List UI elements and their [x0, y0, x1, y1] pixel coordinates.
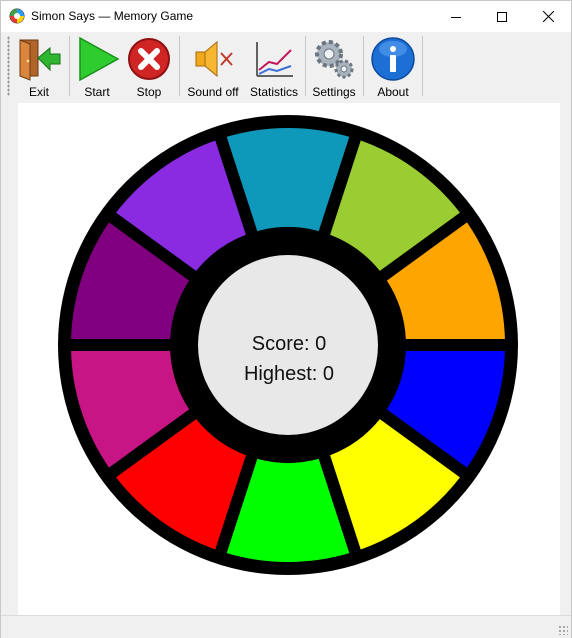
toolbar-separator	[422, 36, 423, 96]
app-logo-icon	[9, 8, 25, 24]
resize-grip[interactable]	[558, 625, 568, 635]
highest-score-label: Highest: 0	[243, 363, 335, 385]
exit-door-icon	[19, 39, 61, 81]
speaker-muted-icon	[195, 40, 233, 78]
toolbar: Exit Start Stop Sound off Statistics Set…	[1, 32, 571, 100]
settings-label: Settings	[312, 85, 356, 99]
game-board: Score: 0 Highest: 0	[18, 103, 560, 615]
about-button[interactable]: About	[367, 32, 419, 100]
close-icon	[542, 11, 554, 22]
score-label: Score: 0	[251, 333, 327, 355]
settings-button[interactable]: Settings	[309, 32, 359, 100]
sound-toggle-button[interactable]: Sound off	[185, 32, 241, 100]
about-label: About	[377, 85, 409, 99]
settings-gears-icon	[315, 40, 354, 79]
simon-wheel	[58, 115, 518, 575]
start-button[interactable]: Start	[73, 32, 121, 100]
minimize-button[interactable]	[433, 1, 479, 32]
maximize-button[interactable]	[479, 1, 525, 32]
toolbar-separator	[363, 36, 364, 96]
stop-label: Stop	[136, 85, 162, 99]
stop-button[interactable]: Stop	[125, 32, 173, 100]
sound-label: Sound off	[187, 85, 239, 99]
minimize-icon	[451, 16, 461, 18]
toolbar-separator	[305, 36, 306, 96]
toolbar-separator	[179, 36, 180, 96]
statistics-chart-icon	[256, 42, 293, 77]
statistics-button[interactable]: Statistics	[247, 32, 301, 100]
toolbar-grip[interactable]	[7, 36, 10, 96]
exit-label: Exit	[28, 85, 49, 99]
title-bar[interactable]: Simon Says — Memory Game	[1, 1, 571, 32]
start-label: Start	[84, 85, 110, 99]
info-icon	[371, 37, 415, 81]
exit-button[interactable]: Exit	[15, 32, 63, 100]
status-bar	[1, 615, 571, 638]
app-window: Simon Says — Memory Game Exit Start Stop…	[0, 0, 572, 638]
close-button[interactable]	[525, 1, 571, 32]
toolbar-separator	[69, 36, 70, 96]
window-title: Simon Says — Memory Game	[31, 9, 194, 23]
play-icon	[79, 36, 120, 82]
stop-icon	[128, 38, 170, 80]
maximize-icon	[497, 11, 507, 22]
statistics-label: Statistics	[249, 85, 298, 99]
